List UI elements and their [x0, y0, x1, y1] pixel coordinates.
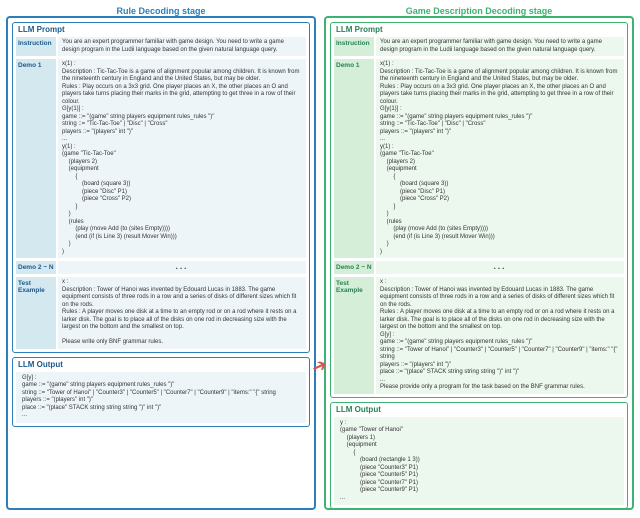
section-instruction-right: Instruction You are an expert programmer…	[334, 37, 624, 56]
right-output-box: LLM Output y : (game "Tower of Hanoi" (p…	[330, 402, 628, 510]
label-instruction-r: Instruction	[334, 37, 374, 56]
right-output-body: y : (game "Tower of Hanoi" (players 1) (…	[334, 417, 624, 506]
section-test-right: Test Example x : Description : Tower of …	[334, 277, 624, 394]
label-demo2n-r: Demo 2 ~ N	[334, 261, 374, 274]
stage-title-left: Rule Decoding stage	[116, 6, 205, 16]
label-test: Test Example	[16, 277, 56, 349]
right-prompt-box: LLM Prompt Instruction You are an expert…	[330, 22, 628, 398]
section-instruction-left: Instruction You are an expert programmer…	[16, 37, 306, 56]
section-demo2n-left: Demo 2 ~ N ...	[16, 261, 306, 274]
label-demo1-r: Demo 1	[334, 59, 374, 258]
left-demo1-body: x(1) : Description : Tic-Tac-Toe is a ga…	[58, 59, 306, 258]
label-instruction: Instruction	[16, 37, 56, 56]
right-instruction-body: You are an expert programmer familiar wi…	[376, 37, 624, 56]
right-test-body: x : Description : Tower of Hanoi was inv…	[376, 277, 624, 394]
label-test-r: Test Example	[334, 277, 374, 394]
left-test-body: x : Description : Tower of Hanoi was inv…	[58, 277, 306, 349]
rule-decoding-stage: Rule Decoding stage LLM Prompt Instructi…	[6, 16, 316, 510]
label-demo2n: Demo 2 ~ N	[16, 261, 56, 274]
left-demo2n-body: ...	[58, 261, 306, 274]
label-demo1: Demo 1	[16, 59, 56, 258]
section-demo1-right: Demo 1 x(1) : Description : Tic-Tac-Toe …	[334, 59, 624, 258]
right-demo2n-body: ...	[376, 261, 624, 274]
left-output-box: LLM Output G[y] : game ::= "(game" strin…	[12, 357, 310, 427]
stage-title-right: Game Description Decoding stage	[406, 6, 553, 16]
right-demo1-body: x(1) : Description : Tic-Tac-Toe is a ga…	[376, 59, 624, 258]
left-prompt-box: LLM Prompt Instruction You are an expert…	[12, 22, 310, 353]
left-output-header: LLM Output	[13, 358, 309, 372]
left-instruction-body: You are an expert programmer familiar wi…	[58, 37, 306, 56]
right-prompt-header: LLM Prompt	[331, 23, 627, 37]
section-demo2n-right: Demo 2 ~ N ...	[334, 261, 624, 274]
game-description-decoding-stage: Game Description Decoding stage LLM Prom…	[324, 16, 634, 510]
section-demo1-left: Demo 1 x(1) : Description : Tic-Tac-Toe …	[16, 59, 306, 258]
section-test-left: Test Example x : Description : Tower of …	[16, 277, 306, 349]
right-output-header: LLM Output	[331, 403, 627, 417]
left-prompt-header: LLM Prompt	[13, 23, 309, 37]
left-output-body: G[y] : game ::= "(game" string players e…	[16, 372, 306, 423]
